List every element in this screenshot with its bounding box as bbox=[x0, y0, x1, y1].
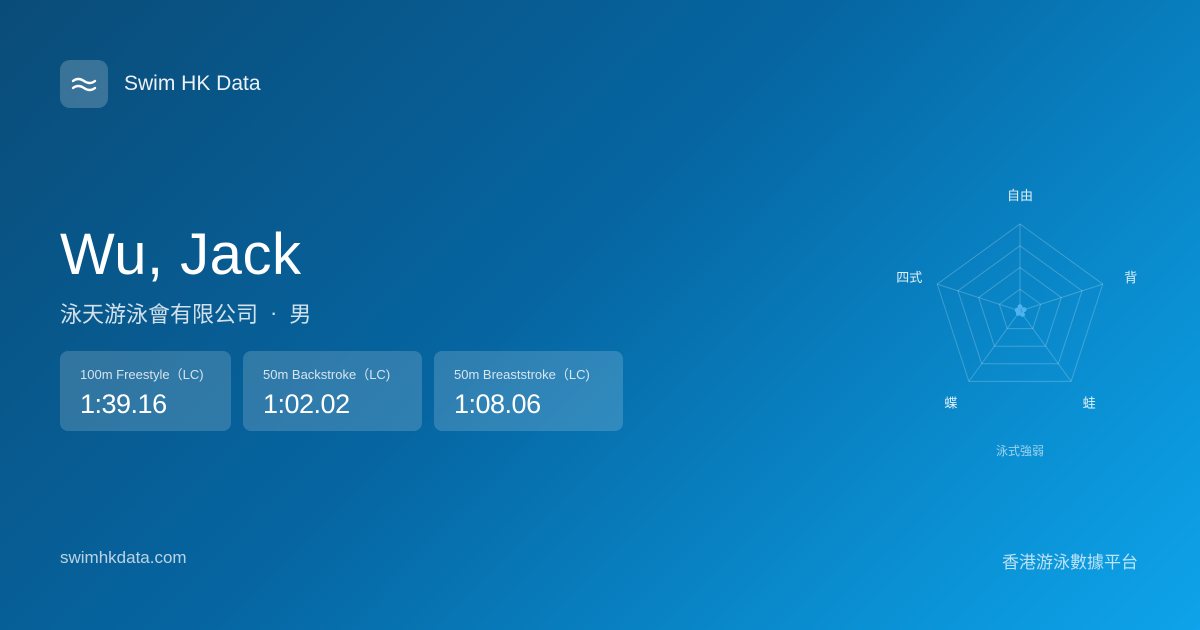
brand-name: Swim HK Data bbox=[124, 72, 261, 95]
swimmer-subtitle: 泳天游泳會有限公司 · 男 bbox=[60, 297, 311, 329]
radar-data-point bbox=[1014, 307, 1020, 313]
subtitle-separator: · bbox=[270, 300, 278, 325]
radar-spoke bbox=[1019, 283, 1103, 312]
radar-axis-label: 蛙 bbox=[1083, 396, 1096, 411]
club-name: 泳天游泳會有限公司 bbox=[60, 302, 259, 327]
stroke-radar-chart: 自由背蛙 蝶 四式泳式強弱 bbox=[896, 189, 1137, 458]
event-time: 1:39.16 bbox=[80, 389, 167, 419]
radar-caption: 泳式強弱 bbox=[996, 444, 1044, 458]
best-times-cards: 100m Freestyle（LC) 1:39.16 50m Backstrok… bbox=[60, 351, 623, 431]
event-label: 50m Backstroke（LC) bbox=[263, 367, 391, 382]
event-label: 100m Freestyle（LC) bbox=[80, 367, 204, 382]
footer-site[interactable]: swimhkdata.com bbox=[60, 548, 187, 568]
waves-icon bbox=[60, 60, 108, 108]
brand: Swim HK Data bbox=[60, 60, 261, 108]
radar-spoke bbox=[937, 283, 1021, 312]
swimmer-name: Wu, Jack bbox=[60, 222, 302, 287]
best-time-card: 50m Breaststroke（LC) 1:08.06 bbox=[434, 351, 623, 431]
footer-tagline: 香港游泳數據平台 bbox=[1002, 553, 1138, 572]
radar-axis-label: 蝶 bbox=[944, 396, 957, 411]
event-time: 1:02.02 bbox=[263, 389, 350, 419]
radar-axis-label: 四式 bbox=[896, 271, 922, 286]
gender: 男 bbox=[289, 302, 312, 327]
event-time: 1:08.06 bbox=[454, 389, 541, 419]
radar-axis-label: 自由 bbox=[1007, 189, 1033, 204]
radar-data-point bbox=[1021, 307, 1027, 313]
radar-data-point bbox=[1020, 312, 1025, 317]
best-time-card: 100m Freestyle（LC) 1:39.16 bbox=[60, 351, 231, 431]
event-label: 50m Breaststroke（LC) bbox=[454, 367, 590, 382]
best-time-card: 50m Backstroke（LC) 1:02.02 bbox=[243, 351, 422, 431]
radar-axis-label: 背 bbox=[1124, 271, 1137, 286]
